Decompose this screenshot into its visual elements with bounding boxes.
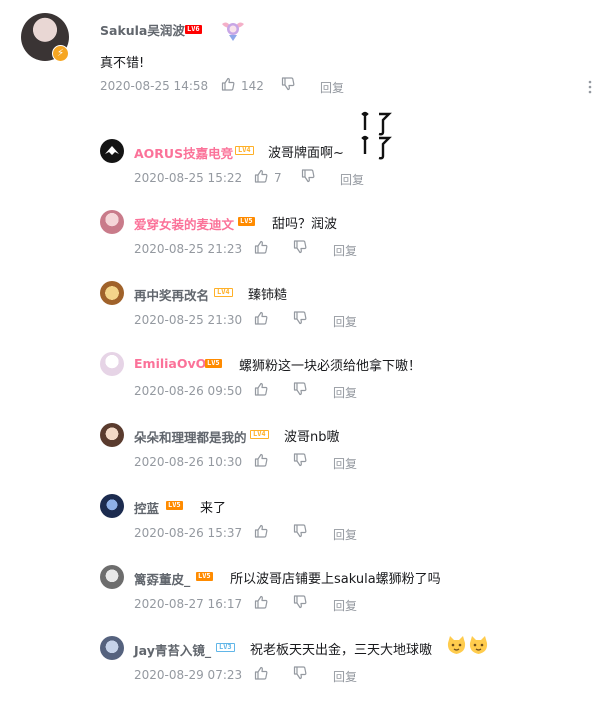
comment-text: 螺狮粉这一块必须给他拿下嗷！	[239, 359, 422, 374]
timestamp: 2020-08-26 09:50	[134, 384, 243, 398]
timestamp: 2020-08-25 14:58	[100, 79, 209, 93]
level-badge: LV5	[196, 572, 213, 581]
timestamp: 2020-08-26 10:30	[134, 455, 243, 469]
comment-text: 波哥nb嗷	[284, 430, 340, 445]
reply-button[interactable]: 回复	[320, 79, 344, 96]
level-badge: LV5	[205, 359, 222, 368]
username[interactable]: EmiliaOvO	[134, 356, 206, 371]
comment-text: 甜吗？润波	[272, 217, 338, 232]
reply-button[interactable]: 回复	[333, 526, 357, 543]
thumbs-up-icon[interactable]	[254, 169, 268, 183]
thumbs-up-icon[interactable]	[254, 311, 268, 325]
main-comment: ⚡ Sakula吴润波 LV6 真不错! 2020-08-25 14:58 14…	[0, 0, 601, 110]
avatar[interactable]	[100, 636, 124, 660]
username[interactable]: 再中奖再改名	[134, 285, 209, 304]
angel-medal-icon	[222, 22, 244, 41]
reply-button[interactable]: 回复	[340, 171, 364, 188]
level-badge: LV5	[238, 217, 255, 226]
comment-text: 臻铈糙	[248, 288, 288, 303]
thumbs-down-icon[interactable]	[293, 595, 307, 609]
reply-button[interactable]: 回复	[333, 242, 357, 259]
thumbs-down-icon[interactable]	[293, 453, 307, 467]
username[interactable]: 控蓝	[134, 498, 159, 517]
like-count: 7	[274, 171, 282, 185]
level-badge: LV4	[250, 430, 269, 439]
avatar[interactable]	[100, 565, 124, 589]
thumbs-up-icon[interactable]	[254, 382, 268, 396]
timestamp: 2020-08-27 16:17	[134, 597, 243, 611]
thumbs-down-icon[interactable]	[281, 77, 295, 91]
thumbs-down-icon[interactable]	[293, 666, 307, 680]
thumbs-down-icon[interactable]	[293, 382, 307, 396]
username[interactable]: Jay青苔入镜_	[134, 640, 211, 659]
avatar[interactable]	[100, 494, 124, 518]
comment-text: 真不错!	[100, 56, 145, 71]
level-badge: LV3	[216, 643, 235, 652]
level-badge: LV4	[214, 288, 233, 297]
avatar[interactable]	[100, 210, 124, 234]
avatar[interactable]	[100, 281, 124, 305]
thumbs-up-icon[interactable]	[254, 524, 268, 538]
comment-text: 祝老板天天出金，三天大地球嗷	[250, 643, 433, 658]
level-badge: LV4	[235, 146, 254, 155]
username[interactable]: 朵朵和理理都是我的	[134, 427, 247, 446]
thumbs-down-icon[interactable]	[301, 169, 315, 183]
comment-text: 所以波哥店铺要上sakula螺狮粉了吗	[230, 572, 441, 587]
thumbs-up-icon[interactable]	[254, 453, 268, 467]
thumbs-up-icon[interactable]	[254, 595, 268, 609]
reply-button[interactable]: 回复	[333, 597, 357, 614]
thumbs-down-icon[interactable]	[293, 240, 307, 254]
like-count: 142	[241, 79, 264, 93]
timestamp: 2020-08-25 21:30	[134, 313, 243, 327]
avatar[interactable]	[100, 423, 124, 447]
thumbs-up-icon[interactable]	[254, 666, 268, 680]
thumbs-down-icon[interactable]	[293, 524, 307, 538]
level-badge: LV5	[166, 501, 183, 510]
cat-face-emoji	[469, 636, 488, 654]
level-badge: LV6	[185, 25, 202, 34]
username[interactable]: 爱穿女装的麦迪文	[134, 214, 234, 233]
username[interactable]: 篱孬董皮_	[134, 569, 190, 588]
sticker-icon	[361, 111, 392, 160]
more-vertical-icon[interactable]	[588, 80, 592, 94]
reply-button[interactable]: 回复	[333, 668, 357, 685]
cat-face-emoji	[447, 636, 466, 654]
thumbs-up-icon[interactable]	[221, 77, 235, 91]
thumbs-up-icon[interactable]	[254, 240, 268, 254]
username[interactable]: AORUS技嘉电竞	[134, 143, 233, 162]
aorus-logo-icon	[105, 146, 119, 155]
comment-text: 波哥牌面啊~	[268, 146, 344, 161]
comment-text: 来了	[200, 501, 227, 516]
timestamp: 2020-08-26 15:37	[134, 526, 243, 540]
timestamp: 2020-08-29 07:23	[134, 668, 243, 682]
lightning-badge-icon: ⚡	[52, 45, 69, 62]
thumbs-down-icon[interactable]	[293, 311, 307, 325]
avatar[interactable]	[100, 139, 124, 163]
reply-button[interactable]: 回复	[333, 455, 357, 472]
reply-button[interactable]: 回复	[333, 313, 357, 330]
username[interactable]: Sakula吴润波	[100, 20, 185, 39]
timestamp: 2020-08-25 15:22	[134, 171, 243, 185]
avatar[interactable]	[100, 352, 124, 376]
timestamp: 2020-08-25 21:23	[134, 242, 243, 256]
reply-button[interactable]: 回复	[333, 384, 357, 401]
